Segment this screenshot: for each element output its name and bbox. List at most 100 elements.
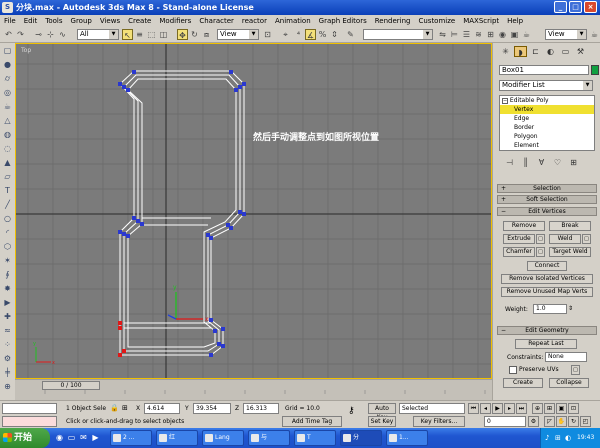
menu-reactor[interactable]: reactor bbox=[238, 15, 271, 27]
select-object-icon[interactable]: ↖ bbox=[122, 29, 133, 40]
edit-named-selection-icon[interactable]: ✎ bbox=[345, 29, 356, 40]
menu-group[interactable]: Group bbox=[67, 15, 96, 27]
prev-frame-icon[interactable]: ◂ bbox=[480, 403, 491, 414]
stack-subobject-border[interactable]: Border bbox=[500, 123, 594, 132]
volume-icon[interactable]: ♪ bbox=[545, 428, 549, 448]
break-button[interactable]: Break bbox=[549, 221, 591, 231]
start-button[interactable]: 开始 bbox=[0, 428, 50, 448]
task-item-active[interactable]: 分 bbox=[340, 430, 382, 446]
ime-icon[interactable]: ◐ bbox=[565, 428, 571, 448]
selection-filter-dropdown[interactable]: All ▼ bbox=[77, 29, 119, 40]
motion-tab-icon[interactable]: ◐ bbox=[544, 46, 557, 57]
render-view-dropdown[interactable]: View ▼ bbox=[545, 29, 587, 40]
preserve-uvs-settings-icon[interactable]: □ bbox=[571, 365, 580, 375]
quicklaunch-mail-icon[interactable]: ✉ bbox=[78, 432, 89, 443]
close-button[interactable]: × bbox=[584, 1, 597, 13]
modifier-list-dropdown[interactable]: Modifier List ▼ bbox=[499, 80, 593, 91]
set-key-button[interactable]: Set Key bbox=[368, 416, 396, 427]
time-slider[interactable]: 0 / 100 bbox=[42, 381, 100, 390]
absolute-mode-icon[interactable]: ⊞ bbox=[122, 403, 128, 414]
selection-rollout[interactable]: + Selection bbox=[497, 184, 597, 193]
window-crossing-icon[interactable]: ◫ bbox=[158, 29, 169, 40]
editable-poly-mesh[interactable]: y x y x bbox=[16, 44, 492, 379]
y-coord-field[interactable]: 39.354 bbox=[193, 403, 231, 414]
remove-isolated-vertices-button[interactable]: Remove Isolated Vertices bbox=[501, 274, 593, 284]
create-star-icon[interactable]: ✶ bbox=[1, 255, 14, 267]
quicklaunch-browser-icon[interactable]: ◉ bbox=[54, 432, 65, 443]
lock-icon[interactable]: 🔒 bbox=[110, 403, 119, 414]
connect-button[interactable]: Connect bbox=[527, 261, 567, 271]
scale-icon[interactable]: ⧈ bbox=[201, 29, 212, 40]
weight-spinner[interactable]: 1.0 bbox=[533, 304, 567, 314]
menu-file[interactable]: File bbox=[0, 15, 20, 27]
edit-geometry-rollout[interactable]: − Edit Geometry bbox=[497, 326, 597, 335]
schematic-view-icon[interactable]: ⊞ bbox=[485, 29, 496, 40]
remove-button[interactable]: Remove bbox=[503, 221, 545, 231]
add-time-tag-button[interactable]: Add Time Tag bbox=[282, 416, 342, 427]
hierarchy-tab-icon[interactable]: ⊏ bbox=[529, 46, 542, 57]
object-color-swatch[interactable] bbox=[591, 65, 599, 75]
menu-help[interactable]: Help bbox=[503, 15, 527, 27]
menu-maxscript[interactable]: MAXScript bbox=[459, 15, 503, 27]
show-end-result-icon[interactable]: ║ bbox=[519, 157, 532, 168]
edit-vertices-rollout[interactable]: − Edit Vertices bbox=[497, 207, 597, 216]
configure-modifier-sets-icon[interactable]: ⊞ bbox=[567, 157, 580, 168]
menu-customize[interactable]: Customize bbox=[414, 15, 459, 27]
auto-key-button[interactable]: Auto Key bbox=[368, 403, 396, 421]
maxscript-mini-listener[interactable] bbox=[2, 416, 57, 427]
zoom-extents-icon[interactable]: ▣ bbox=[556, 403, 567, 414]
task-item[interactable]: 2 ... bbox=[110, 430, 152, 446]
stack-subobject-polygon[interactable]: Polygon bbox=[500, 132, 594, 141]
create-torus-icon[interactable]: ◎ bbox=[1, 87, 14, 99]
create-ngon-icon[interactable]: ⬡ bbox=[1, 241, 14, 253]
layer-manager-icon[interactable]: ☰ bbox=[461, 29, 472, 40]
chamfer-button[interactable]: Chamfer bbox=[503, 247, 535, 257]
next-frame-icon[interactable]: ▸ bbox=[504, 403, 515, 414]
pin-stack-icon[interactable]: ⊣ bbox=[503, 157, 516, 168]
maximize-button[interactable]: □ bbox=[569, 1, 582, 13]
rectangle-selection-icon[interactable]: ⬚ bbox=[146, 29, 157, 40]
stack-subobject-element[interactable]: Element bbox=[500, 141, 594, 150]
angle-snap-icon[interactable]: ∡ bbox=[305, 29, 316, 40]
task-item[interactable]: Lang bbox=[202, 430, 244, 446]
target-weld-button[interactable]: Target Weld bbox=[549, 247, 591, 257]
key-icon[interactable]: ⚷ bbox=[348, 406, 355, 417]
bind-space-warp-icon[interactable]: ∿ bbox=[57, 29, 68, 40]
extrude-settings-icon[interactable]: □ bbox=[536, 234, 545, 244]
goto-end-icon[interactable]: ⏭ bbox=[516, 403, 527, 414]
create-camera-icon[interactable]: ▶ bbox=[1, 297, 14, 309]
create-spacewarp-icon[interactable]: ≈ bbox=[1, 325, 14, 337]
3dsmax-app-icon[interactable]: S bbox=[2, 2, 13, 13]
create-tube-icon[interactable]: ◌ bbox=[1, 143, 14, 155]
create-tab-icon[interactable]: ✳ bbox=[499, 46, 512, 57]
create-arc-icon[interactable]: ◜ bbox=[1, 227, 14, 239]
spinner-snap-icon[interactable]: ⇕ bbox=[329, 29, 340, 40]
render-scene-icon[interactable]: ▣ bbox=[509, 29, 520, 40]
reference-coordinate-dropdown[interactable]: View ▼ bbox=[217, 29, 259, 40]
named-selection-dropdown[interactable]: ▼ bbox=[363, 29, 433, 40]
maximize-viewport-icon[interactable]: ◰ bbox=[580, 416, 591, 427]
quick-render-icon[interactable]: ☕ bbox=[521, 29, 532, 40]
remove-unused-map-verts-button[interactable]: Remove Unused Map Verts bbox=[501, 287, 593, 297]
minimize-button[interactable]: _ bbox=[554, 1, 567, 13]
material-editor-icon[interactable]: ◉ bbox=[497, 29, 508, 40]
repeat-last-button[interactable]: Repeat Last bbox=[515, 339, 577, 349]
utilities-tab-icon[interactable]: ⚒ bbox=[574, 46, 587, 57]
curve-editor-icon[interactable]: ≋ bbox=[473, 29, 484, 40]
select-manipulate-icon[interactable]: ⌖ bbox=[280, 29, 291, 40]
zoom-all-icon[interactable]: ⊞ bbox=[544, 403, 555, 414]
pan-icon[interactable]: ✋ bbox=[556, 416, 567, 427]
align-icon[interactable]: ⊨ bbox=[449, 29, 460, 40]
menu-create[interactable]: Create bbox=[124, 15, 155, 27]
preserve-uvs-checkbox[interactable] bbox=[509, 366, 517, 374]
task-item[interactable]: 1... bbox=[386, 430, 428, 446]
menu-rendering[interactable]: Rendering bbox=[371, 15, 415, 27]
key-mode-dropdown[interactable]: Selected bbox=[399, 403, 465, 414]
menu-edit[interactable]: Edit bbox=[20, 15, 42, 27]
network-icon[interactable]: ⊞ bbox=[555, 428, 561, 448]
create-geosphere-icon[interactable]: ◍ bbox=[1, 129, 14, 141]
x-coord-field[interactable]: 4.614 bbox=[144, 403, 180, 414]
top-viewport[interactable]: y x y x Top 然后手动调整点到如图所视位置 bbox=[15, 43, 492, 379]
mirror-icon[interactable]: ⇋ bbox=[437, 29, 448, 40]
constraints-dropdown[interactable]: None bbox=[545, 352, 587, 362]
